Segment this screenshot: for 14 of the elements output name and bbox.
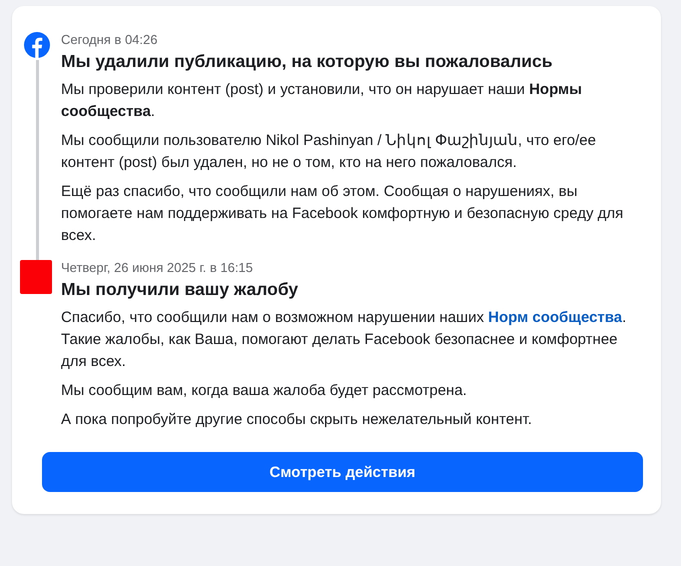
message-text: Спасибо, что сообщили нам о возможном нарушении наших Норм сообщества. Такие жалобы, как Ваша, помогают делать Facebook безопаснее и комфортнее для всех.	[61, 308, 628, 372]
entry-title: Мы получили вашу жалобу	[61, 278, 300, 301]
message-text: Мы проверили контент (post) и установили, что он нарушает наши Нормы сообщества.	[61, 80, 583, 122]
message-text: А пока попробуйте другие способы скрыть нежелательный контент.	[61, 410, 533, 430]
community-standards-link[interactable]: Норм сообщества	[488, 309, 622, 326]
message-text: Мы сообщили пользователю Nikol Pashinyan / Նիկոլ Փաշինյան, что его/ее контент (post) был удален, но не о том, кто на него пожаловался.	[61, 131, 597, 173]
view-actions-button[interactable]: Смотреть действия	[42, 452, 643, 492]
message-text: Мы сообщим вам, когда ваша жалоба будет рассмотрена.	[61, 381, 468, 401]
entry-title: Мы удалили публикацию, на которую вы пожаловались	[61, 50, 554, 73]
facebook-logo-icon	[24, 32, 50, 58]
timestamp: Четверг, 26 июня 2025 г. в 16:15	[61, 260, 254, 276]
message-text: Ещё раз спасибо, что сообщили нам об этом. Сообщая о нарушениях, вы помогаете нам поддерживать на Facebook комфортную и безопасную среду для всех.	[61, 182, 624, 246]
avatar	[20, 260, 52, 294]
timestamp: Сегодня в 04:26	[61, 32, 158, 48]
